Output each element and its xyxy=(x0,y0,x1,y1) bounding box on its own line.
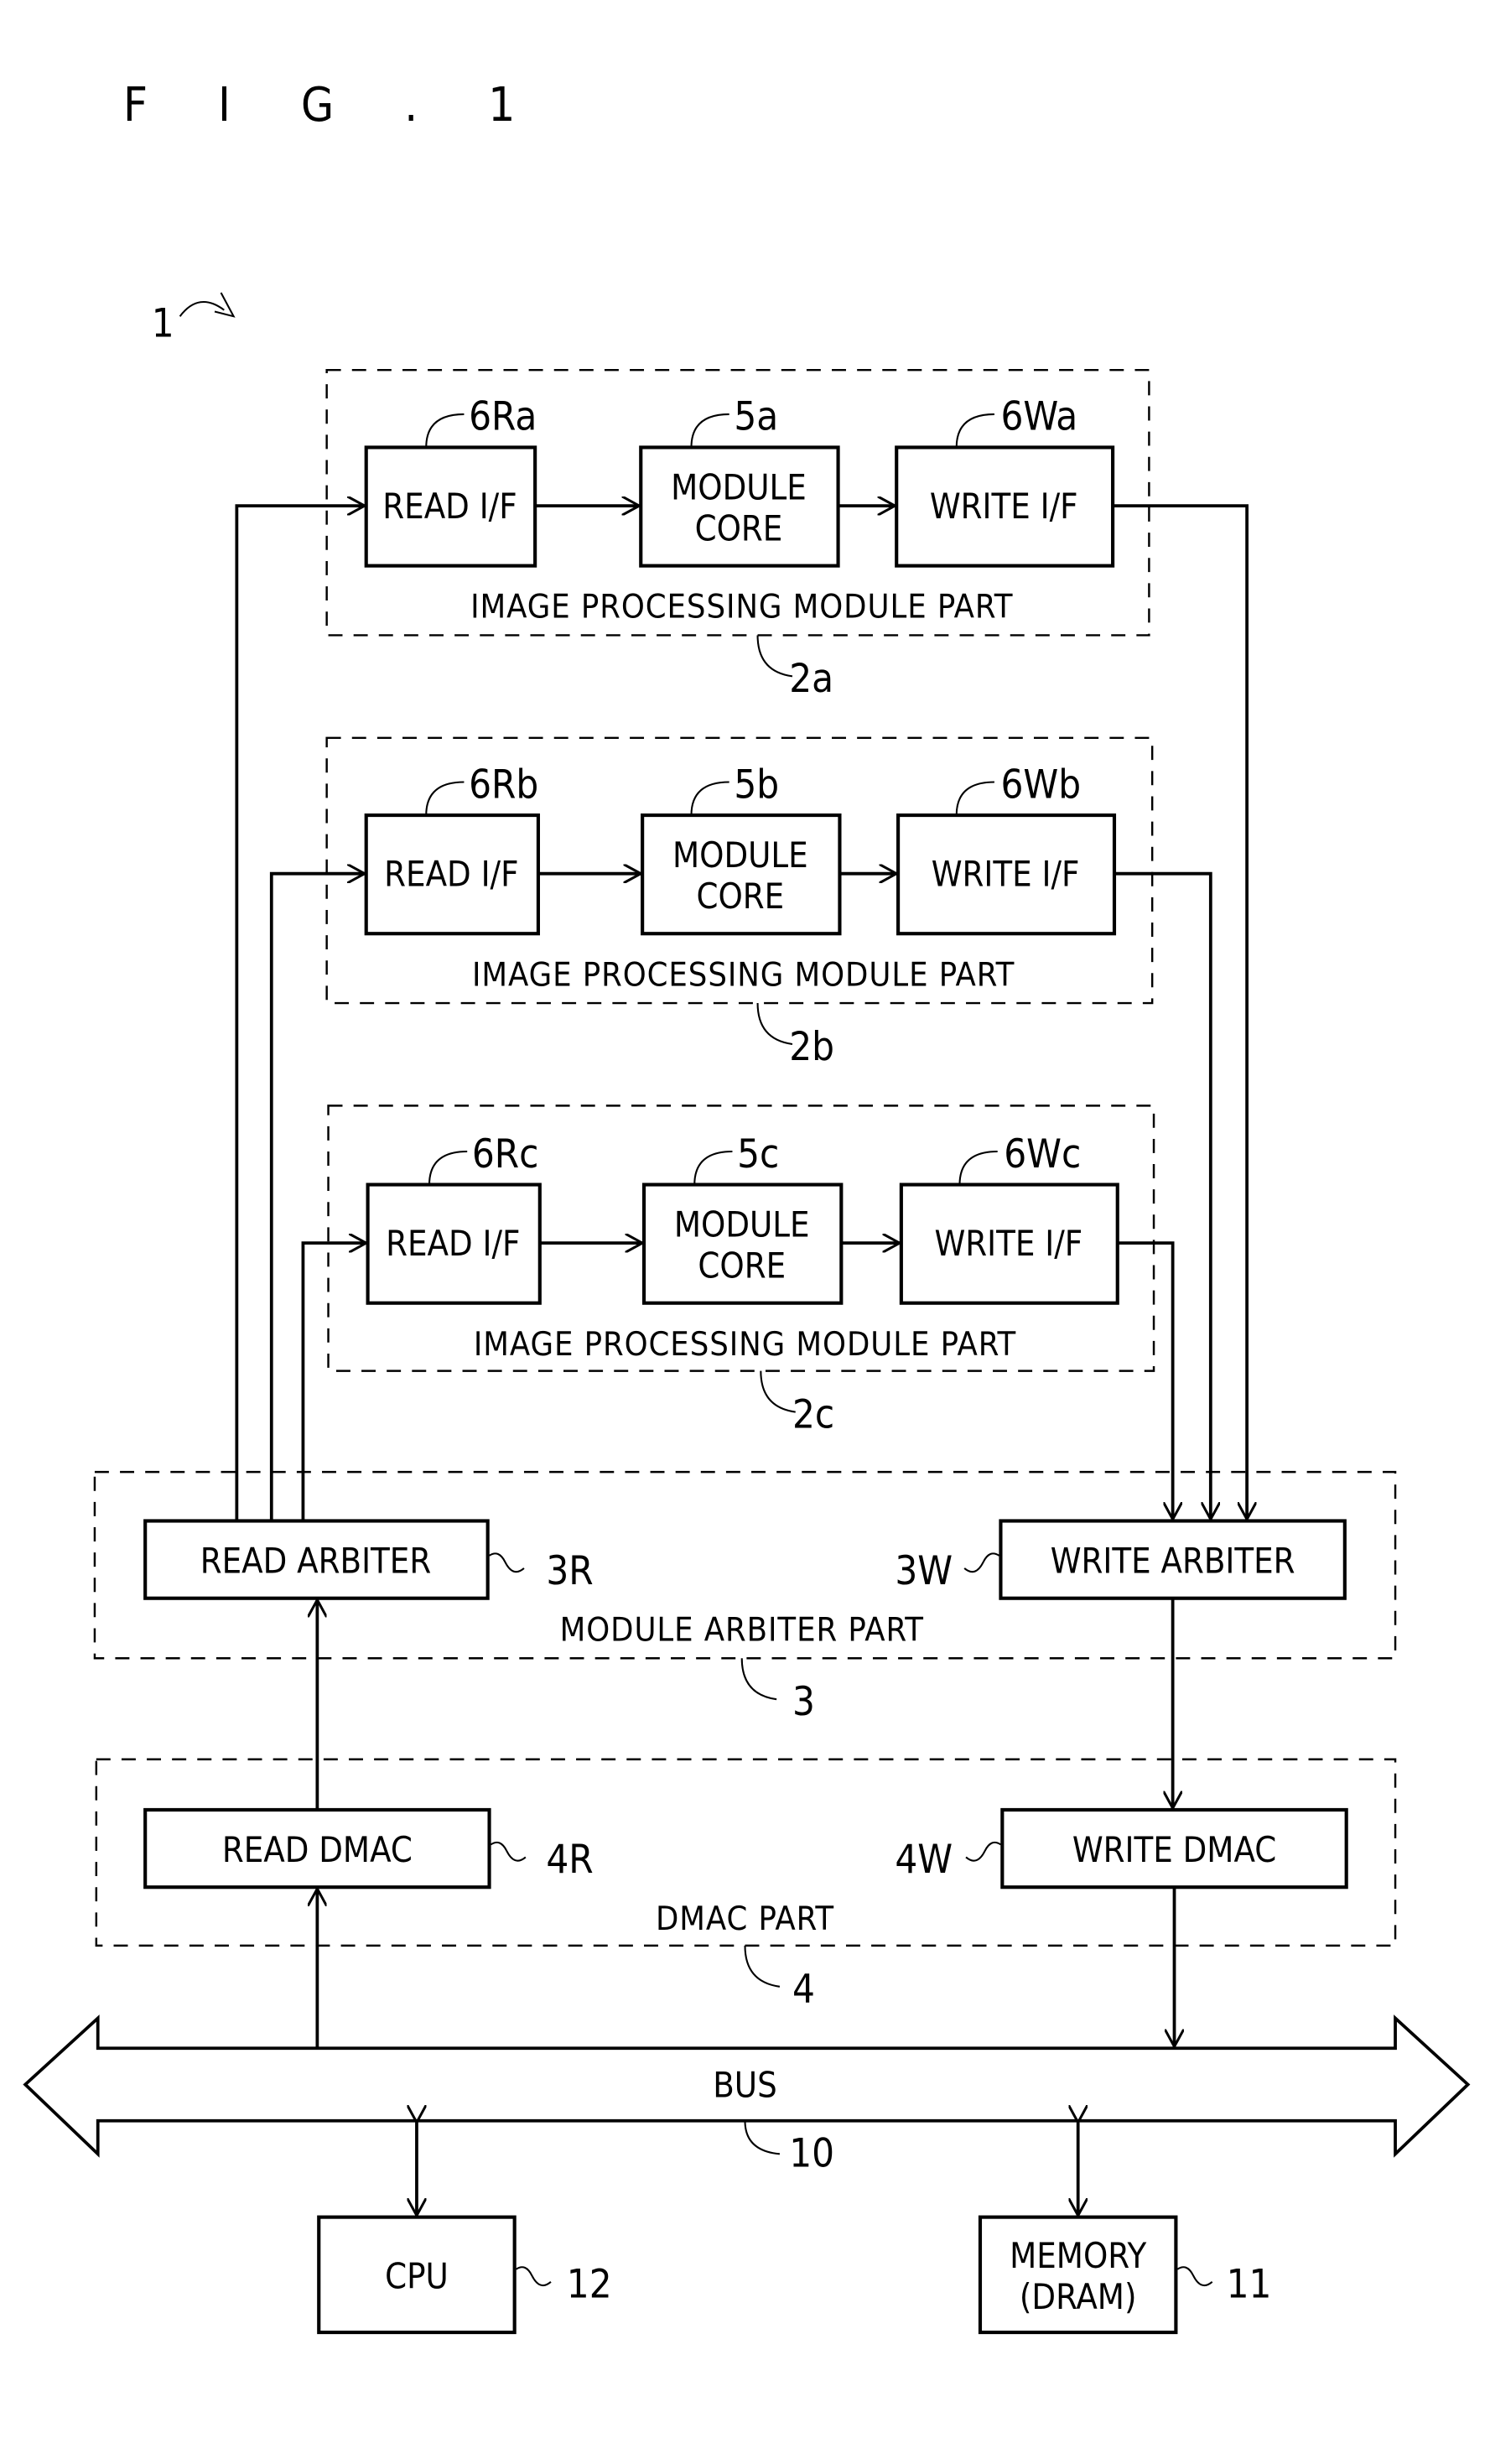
ref-leader xyxy=(490,1841,527,1862)
ref-leader xyxy=(958,1150,998,1185)
module-core-label-2: CORE xyxy=(698,1246,786,1287)
6wb-to-write-arbiter-line xyxy=(1114,871,1211,1520)
cpu-ref: 12 xyxy=(567,2262,612,2308)
read-arbiter-to-6ra-line xyxy=(235,506,364,1521)
cpu: CPU 12 xyxy=(317,2215,612,2335)
ref-leader xyxy=(744,2120,781,2155)
dmac-part: READ DMAC WRITE DMAC 4R 4W DMAC PART 4 xyxy=(95,1758,1397,2013)
write-if-ref: 6Wb xyxy=(1000,762,1081,808)
read-arbiter-to-6rc-line xyxy=(301,1243,366,1521)
ref-leader xyxy=(955,781,994,816)
module-part-label: IMAGE PROCESSING MODULE PART xyxy=(472,955,1015,994)
module-core-label-1: MODULE xyxy=(671,468,807,508)
ref-leader xyxy=(756,635,793,678)
read-arbiter-label: READ ARBITER xyxy=(200,1541,431,1582)
memory-ref: 11 xyxy=(1227,2262,1272,2308)
module-part-label: IMAGE PROCESSING MODULE PART xyxy=(474,1325,1016,1364)
image-processing-module-2c: READ I/F MODULE CORE WRITE I/F IMAGE PRO… xyxy=(327,1105,1155,1437)
write-dmac-ref: 4W xyxy=(895,1837,953,1883)
read-if-label: READ I/F xyxy=(384,855,518,895)
ref-leader xyxy=(690,781,729,816)
memory-label-2: (DRAM) xyxy=(1020,2277,1137,2317)
system-bus: BUS 10 xyxy=(23,2014,1471,2176)
read-dmac-label: READ DMAC xyxy=(222,1830,413,1870)
module-core-ref: 5c xyxy=(737,1131,779,1177)
write-arbiter-ref: 3W xyxy=(895,1548,953,1594)
image-processing-module-2b: READ I/F MODULE CORE WRITE I/F IMAGE PRO… xyxy=(325,736,1154,1070)
ref-leader xyxy=(756,1003,793,1046)
ref-leader xyxy=(1176,2266,1213,2287)
write-if-ref: 6Wa xyxy=(1000,394,1077,440)
ref-leader xyxy=(965,1841,1002,1862)
module-part-ref: 2c xyxy=(792,1391,834,1437)
ref-leader xyxy=(515,2266,552,2287)
write-if-label: WRITE I/F xyxy=(934,1224,1082,1264)
block-diagram: F I G . 1 1 READ I/F MODULE CORE WRITE I… xyxy=(23,78,1471,2335)
6wa-to-write-arbiter-line xyxy=(1113,504,1247,1520)
read-arbiter-to-6rb-line xyxy=(269,874,365,1521)
read-if-label: READ I/F xyxy=(382,486,517,527)
dmac-part-ref: 4 xyxy=(792,1967,815,2013)
ref-leader xyxy=(744,1945,781,1988)
module-part-label: IMAGE PROCESSING MODULE PART xyxy=(470,588,1013,626)
read-if-ref: 6Rc xyxy=(472,1131,539,1177)
write-dmac-label: WRITE DMAC xyxy=(1072,1830,1276,1870)
write-if-label: WRITE I/F xyxy=(932,855,1080,895)
module-part-ref: 2b xyxy=(789,1024,834,1070)
read-dmac-ref: 4R xyxy=(546,1837,593,1883)
dmac-part-label: DMAC PART xyxy=(656,1900,834,1938)
arbiter-part-label: MODULE ARBITER PART xyxy=(560,1611,924,1650)
ref-leader xyxy=(425,413,465,448)
bus-ref: 10 xyxy=(789,2130,834,2176)
ref-leader xyxy=(955,413,994,448)
memory-label-1: MEMORY xyxy=(1010,2236,1146,2276)
module-core-label-1: MODULE xyxy=(672,835,808,876)
module-core-ref: 5a xyxy=(734,394,778,440)
ref-leader xyxy=(488,1552,525,1573)
ref-leader xyxy=(428,1150,468,1185)
module-part-ref: 2a xyxy=(789,656,833,702)
memory: MEMORY (DRAM) 11 xyxy=(978,2215,1272,2335)
figure-title: F I G . 1 xyxy=(123,78,543,133)
read-if-ref: 6Ra xyxy=(469,394,537,440)
write-arbiter-label: WRITE ARBITER xyxy=(1051,1541,1295,1582)
system-ref-arrow-icon xyxy=(179,300,225,317)
ref-leader xyxy=(740,1658,777,1701)
ref-leader xyxy=(690,413,729,448)
ref-leader xyxy=(963,1552,1000,1573)
bus-label: BUS xyxy=(713,2066,776,2106)
read-arbiter-ref: 3R xyxy=(546,1548,593,1594)
ref-leader xyxy=(425,781,465,816)
arbiter-part-ref: 3 xyxy=(792,1679,815,1725)
read-if-label: READ I/F xyxy=(386,1224,520,1264)
system-ref-arrowhead-icon xyxy=(214,292,236,318)
cpu-label: CPU xyxy=(385,2256,449,2296)
module-core-label-1: MODULE xyxy=(674,1205,810,1245)
system-ref-label: 1 xyxy=(152,301,174,347)
ref-leader xyxy=(760,1370,796,1413)
read-if-ref: 6Rb xyxy=(469,762,538,808)
6wc-to-write-arbiter-line xyxy=(1117,1241,1173,1519)
module-arbiter-part: READ ARBITER WRITE ARBITER 3R 3W MODULE … xyxy=(93,1470,1397,1725)
module-core-ref: 5b xyxy=(734,762,779,808)
module-core-label-2: CORE xyxy=(696,876,784,917)
image-processing-module-2a: READ I/F MODULE CORE WRITE I/F IMAGE PRO… xyxy=(325,368,1150,702)
write-if-label: WRITE I/F xyxy=(930,486,1078,527)
module-core-label-2: CORE xyxy=(695,509,783,549)
write-if-ref: 6Wc xyxy=(1004,1131,1081,1177)
ref-leader xyxy=(693,1150,733,1185)
